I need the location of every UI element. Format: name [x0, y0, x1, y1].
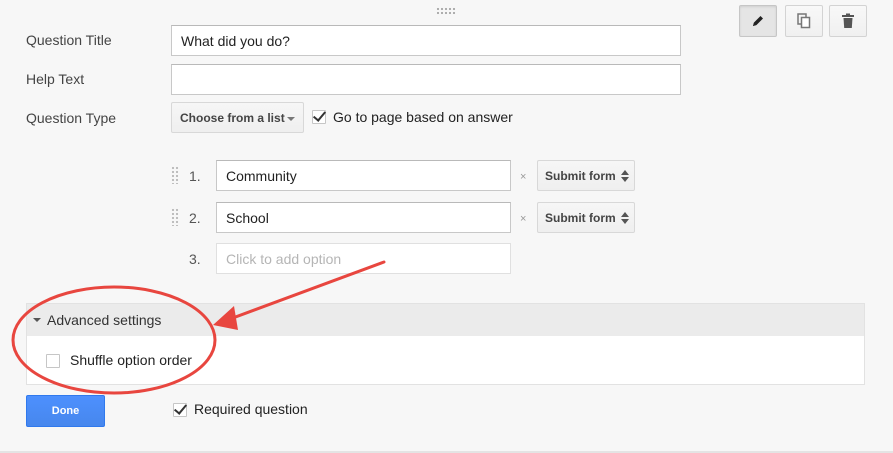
duplicate-icon — [797, 13, 811, 29]
advanced-settings-label: Advanced settings — [47, 312, 162, 328]
option-action-select[interactable]: Submit form — [537, 160, 635, 191]
question-title-input[interactable] — [171, 25, 681, 56]
option-input[interactable] — [216, 202, 511, 233]
advanced-settings-toggle[interactable]: Advanced settings — [27, 304, 864, 336]
option-drag-handle[interactable] — [171, 166, 179, 184]
advanced-settings-panel: Advanced settings — [26, 303, 865, 385]
option-number: 1. — [189, 168, 201, 184]
chevron-down-icon — [287, 117, 295, 121]
option-input[interactable] — [216, 160, 511, 191]
option-action-value: Submit form — [545, 210, 616, 225]
option-number: 2. — [189, 210, 201, 226]
shuffle-option-label: Shuffle option order — [70, 352, 192, 368]
add-option-input[interactable] — [216, 243, 511, 274]
question-title-label: Question Title — [26, 32, 112, 48]
remove-option-icon[interactable]: × — [520, 213, 526, 225]
new-option-number: 3. — [189, 251, 201, 267]
option-action-select[interactable]: Submit form — [537, 202, 635, 233]
duplicate-button[interactable] — [785, 5, 823, 37]
go-to-page-checkbox[interactable] — [312, 110, 326, 124]
option-drag-handle[interactable] — [171, 208, 179, 226]
question-drag-handle[interactable] — [436, 7, 456, 15]
remove-option-icon[interactable]: × — [520, 171, 526, 183]
up-down-arrows-icon — [621, 212, 629, 224]
up-down-arrows-icon — [621, 170, 629, 182]
question-type-label: Question Type — [26, 110, 117, 126]
help-text-input[interactable] — [171, 64, 681, 95]
question-type-value: Choose from a list — [180, 110, 285, 125]
required-question-checkbox[interactable] — [173, 403, 187, 417]
question-type-dropdown[interactable]: Choose from a list — [171, 102, 304, 133]
go-to-page-label: Go to page based on answer — [333, 109, 513, 125]
pencil-icon — [753, 16, 763, 26]
delete-button[interactable] — [829, 5, 867, 37]
done-button[interactable]: Done — [26, 395, 105, 427]
shuffle-option-checkbox[interactable] — [46, 354, 60, 368]
option-action-value: Submit form — [545, 168, 616, 183]
triangle-down-icon — [33, 318, 41, 322]
required-question-label: Required question — [194, 401, 308, 417]
help-text-label: Help Text — [26, 71, 85, 87]
edit-button[interactable] — [739, 5, 777, 37]
trash-icon — [842, 13, 854, 28]
